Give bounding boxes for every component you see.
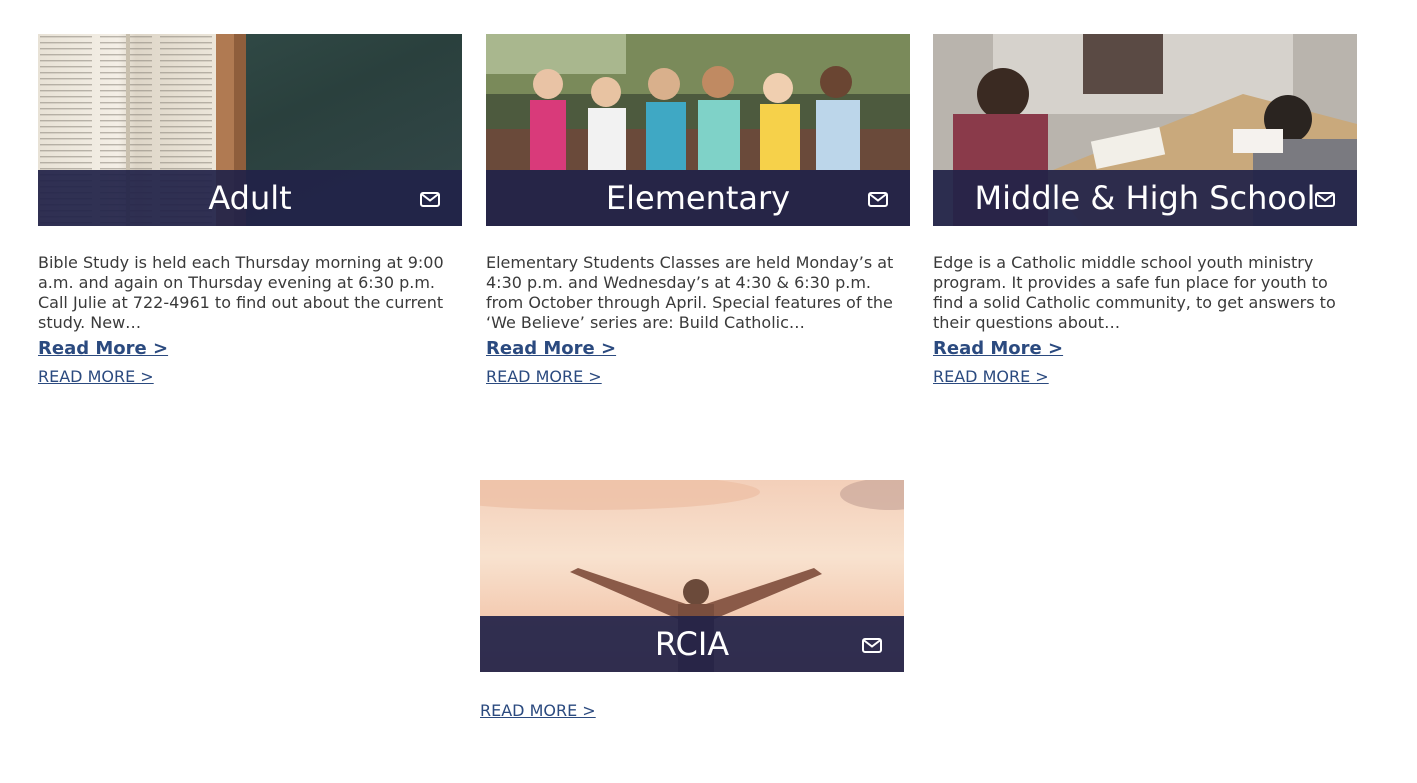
read-more-link[interactable]: Read More > <box>38 338 168 359</box>
card-title: Middle & High School <box>974 179 1316 217</box>
card-title: RCIA <box>654 625 730 663</box>
card-adult: Adult Bible Study is held each Thursday … <box>38 34 462 386</box>
card-body: Edge is a Catholic middle school youth m… <box>933 226 1357 386</box>
title-bar: Adult <box>38 170 462 226</box>
read-more-caps-link[interactable]: READ MORE > <box>933 367 1357 386</box>
read-more-caps-link[interactable]: READ MORE > <box>38 367 462 386</box>
title-bar: Middle & High School <box>933 170 1357 226</box>
card-middle-high-school: Middle & High School Edge is a Catholic … <box>933 34 1357 386</box>
card-excerpt: Elementary Students Classes are held Mon… <box>486 253 894 332</box>
card-image-rcia[interactable]: RCIA <box>480 480 904 672</box>
card-image-middle-high-school[interactable]: Middle & High School <box>933 34 1357 226</box>
card-image-adult[interactable]: Adult <box>38 34 462 226</box>
read-more-link[interactable]: Read More > <box>933 338 1063 359</box>
card-rcia: RCIA READ MORE > <box>480 480 904 720</box>
read-more-caps-link[interactable]: READ MORE > <box>480 701 904 720</box>
card-body: Elementary Students Classes are held Mon… <box>486 226 910 386</box>
mail-icon[interactable] <box>420 192 440 207</box>
card-image-elementary[interactable]: Elementary <box>486 34 910 226</box>
title-bar: Elementary <box>486 170 910 226</box>
card-excerpt: Bible Study is held each Thursday mornin… <box>38 253 444 332</box>
mail-icon[interactable] <box>1315 192 1335 207</box>
read-more-link[interactable]: Read More > <box>486 338 616 359</box>
card-excerpt: Edge is a Catholic middle school youth m… <box>933 253 1336 332</box>
card-elementary: Elementary Elementary Students Classes a… <box>486 34 910 386</box>
card-body: READ MORE > <box>480 672 904 720</box>
mail-icon[interactable] <box>862 638 882 653</box>
mail-icon[interactable] <box>868 192 888 207</box>
read-more-caps-link[interactable]: READ MORE > <box>486 367 910 386</box>
title-bar: RCIA <box>480 616 904 672</box>
card-title: Elementary <box>605 179 791 217</box>
card-title: Adult <box>208 179 292 217</box>
card-body: Bible Study is held each Thursday mornin… <box>38 226 462 386</box>
